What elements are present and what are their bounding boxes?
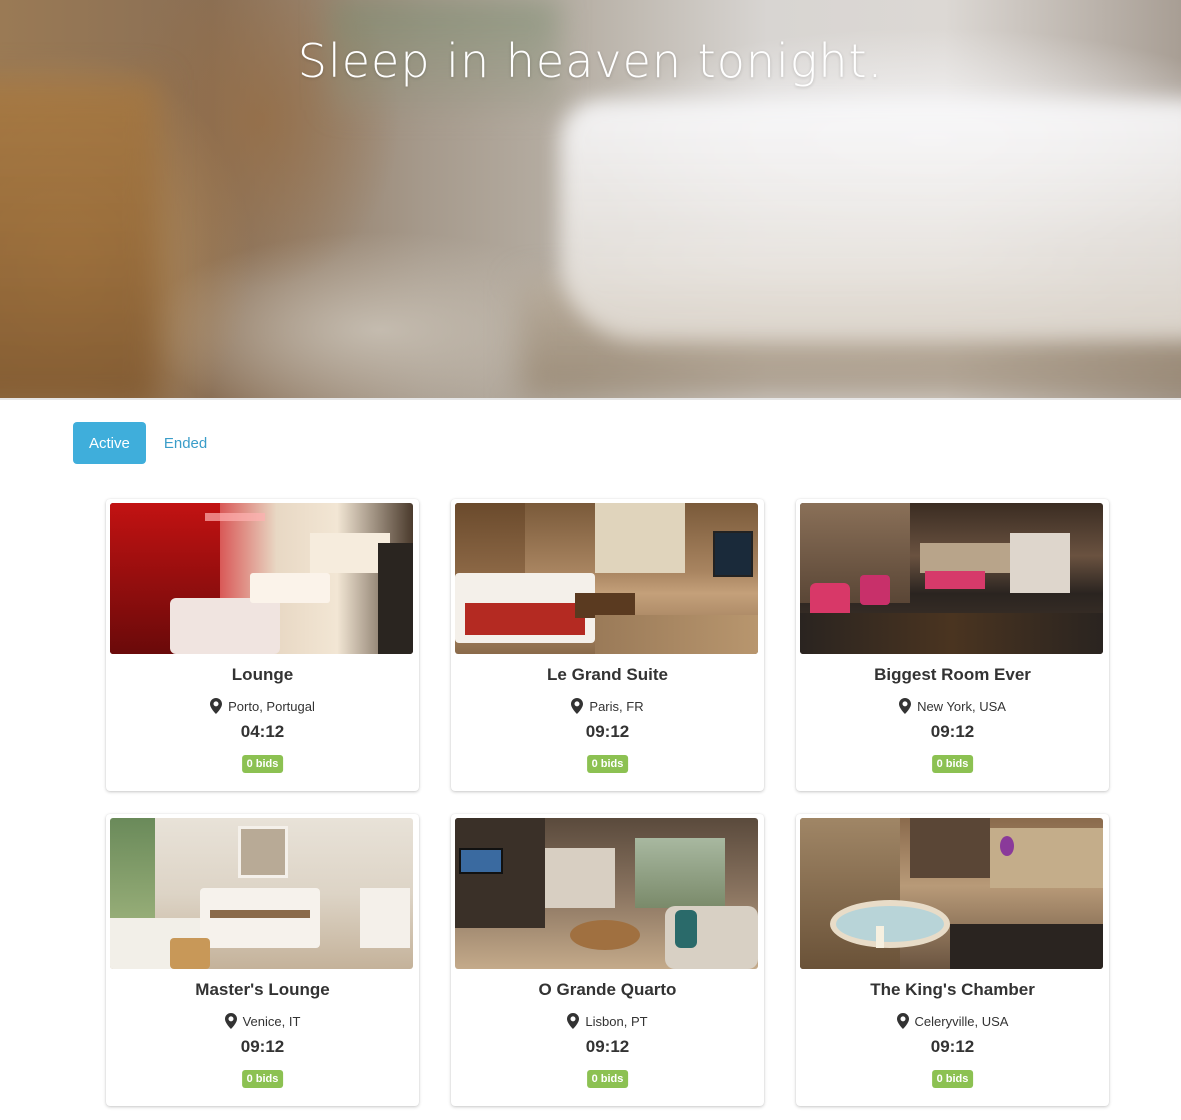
listing-time-remaining: 09:12	[585, 1037, 630, 1056]
listing-location: Porto, Portugal	[106, 698, 419, 714]
listing-photo[interactable]	[800, 503, 1103, 654]
listing-time-remaining: 04:12	[240, 722, 285, 741]
listing-title[interactable]: O Grande Quarto	[451, 980, 764, 1000]
listing-location: Paris, FR	[451, 698, 764, 714]
listing-location-text: Lisbon, PT	[585, 1013, 648, 1029]
listing-card[interactable]: Master's Lounge Venice, IT 09:12 0 bids	[106, 814, 419, 1106]
listing-location-text: Celeryville, USA	[914, 1013, 1009, 1029]
listing-card[interactable]: Le Grand Suite Paris, FR 09:12 0 bids	[451, 499, 764, 791]
listing-photo[interactable]	[800, 818, 1103, 969]
map-pin-icon	[571, 698, 584, 714]
map-pin-icon	[210, 698, 223, 714]
hero-title: Sleep in heaven tonight.	[297, 34, 884, 88]
listing-location: Venice, IT	[106, 1013, 419, 1029]
listing-card[interactable]: The King's Chamber Celeryville, USA 09:1…	[796, 814, 1109, 1106]
listing-location: Lisbon, PT	[451, 1013, 764, 1029]
map-pin-icon	[896, 1013, 909, 1029]
listing-title[interactable]: Biggest Room Ever	[796, 665, 1109, 685]
auction-status-tabs: Active Ended	[73, 422, 225, 464]
hero-background-furniture	[0, 80, 160, 398]
listing-time-remaining: 09:12	[585, 722, 630, 741]
bids-badge: 0 bids	[241, 1070, 284, 1088]
map-pin-icon	[224, 1013, 237, 1029]
listing-location: New York, USA	[796, 698, 1109, 714]
bids-badge: 0 bids	[586, 755, 629, 773]
hero-background-bed	[560, 100, 1181, 340]
listing-time-remaining: 09:12	[930, 722, 975, 741]
listing-location-text: New York, USA	[917, 698, 1006, 714]
hero-banner: Sleep in heaven tonight.	[0, 0, 1181, 398]
listing-title[interactable]: Lounge	[106, 665, 419, 685]
listing-card[interactable]: O Grande Quarto Lisbon, PT 09:12 0 bids	[451, 814, 764, 1106]
bids-badge: 0 bids	[586, 1070, 629, 1088]
listing-location-text: Venice, IT	[242, 1013, 301, 1029]
listing-title[interactable]: Le Grand Suite	[451, 665, 764, 685]
bids-badge: 0 bids	[931, 755, 974, 773]
listing-card[interactable]: Lounge Porto, Portugal 04:12 0 bids	[106, 499, 419, 791]
tab-active[interactable]: Active	[73, 422, 146, 464]
listing-photo[interactable]	[455, 503, 758, 654]
listing-location-text: Paris, FR	[589, 698, 644, 714]
bids-badge: 0 bids	[241, 755, 284, 773]
listing-card[interactable]: Biggest Room Ever New York, USA 09:12 0 …	[796, 499, 1109, 791]
hero-divider	[0, 398, 1181, 400]
listing-photo[interactable]	[110, 503, 413, 654]
map-pin-icon	[567, 1013, 580, 1029]
map-pin-icon	[899, 698, 912, 714]
listing-photo[interactable]	[455, 818, 758, 969]
listing-title[interactable]: The King's Chamber	[796, 980, 1109, 1000]
listing-location: Celeryville, USA	[796, 1013, 1109, 1029]
listing-time-remaining: 09:12	[930, 1037, 975, 1056]
bids-badge: 0 bids	[931, 1070, 974, 1088]
listing-title[interactable]: Master's Lounge	[106, 980, 419, 1000]
listing-time-remaining: 09:12	[240, 1037, 285, 1056]
listing-photo[interactable]	[110, 818, 413, 969]
tab-ended[interactable]: Ended	[148, 422, 223, 464]
listing-location-text: Porto, Portugal	[228, 698, 315, 714]
